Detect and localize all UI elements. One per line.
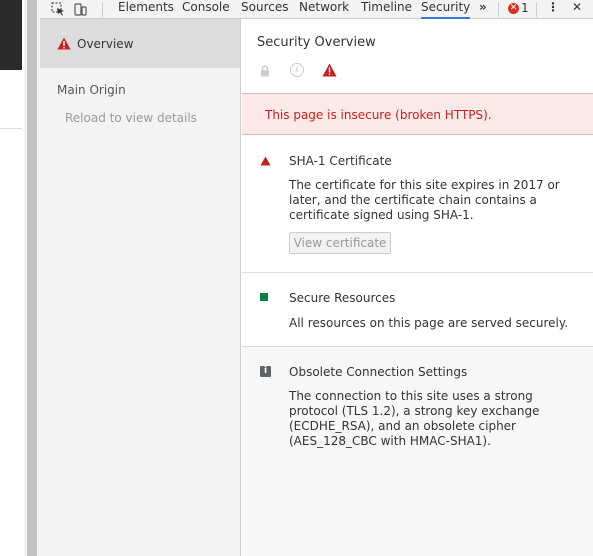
toolbar-separator [102, 2, 103, 17]
secure-resources-section: Secure Resources All resources on this p… [242, 273, 593, 347]
sidebar-item-overview[interactable]: Overview [40, 19, 240, 68]
page-divider [0, 128, 22, 129]
lock-icon [260, 65, 270, 80]
tab-elements[interactable]: Elements [118, 0, 174, 19]
close-devtools-icon[interactable]: ✕ [572, 0, 582, 19]
tab-network[interactable]: Network [299, 0, 349, 19]
error-icon[interactable]: ✕ [508, 3, 519, 14]
warning-icon [322, 63, 337, 80]
security-main-panel: Security Overview i This page is insecur… [242, 19, 593, 556]
section-title: Secure Resources [289, 291, 396, 305]
secure-square-icon [260, 293, 268, 301]
sidebar-reload-hint: Reload to view details [65, 111, 197, 125]
page-header-block [0, 0, 22, 70]
warning-icon [57, 37, 71, 53]
sidebar-main-origin-heading: Main Origin [57, 83, 126, 97]
tab-timeline[interactable]: Timeline [361, 0, 412, 19]
page-title: Security Overview [257, 35, 376, 50]
sha1-certificate-section: SHA-1 Certificate The certificate for th… [242, 137, 593, 273]
toolbar-separator [498, 2, 499, 17]
section-description: All resources on this page are served se… [289, 316, 569, 330]
section-description: The certificate for this site expires in… [289, 178, 560, 222]
tab-security[interactable]: Security [421, 0, 471, 19]
sidebar-item-label: Overview [77, 37, 134, 51]
insecure-banner: This page is insecure (broken HTTPS). [242, 93, 593, 135]
inspected-page-strip [0, 0, 24, 556]
security-state-icons: i [260, 63, 360, 79]
info-icon: i [260, 366, 271, 377]
banner-text: This page is insecure (broken HTTPS). [265, 108, 492, 122]
page-scrollbar[interactable] [24, 0, 40, 556]
info-circle-icon: i [290, 63, 304, 77]
inspect-element-icon[interactable] [50, 0, 66, 18]
security-sidebar: Overview Main Origin Reload to view deta… [40, 19, 241, 556]
warning-icon [260, 155, 271, 169]
devtools-toolbar: Elements Console Sources Network Timelin… [40, 0, 593, 19]
toolbar-separator [536, 2, 537, 17]
obsolete-connection-section: i Obsolete Connection Settings The conne… [242, 347, 593, 556]
section-title: Obsolete Connection Settings [289, 365, 468, 379]
tab-console[interactable]: Console [182, 0, 230, 19]
tab-sources[interactable]: Sources [241, 0, 288, 19]
section-title: SHA-1 Certificate [289, 154, 392, 168]
page-scrollbar-thumb[interactable] [27, 0, 37, 556]
section-description: The connection to this site uses a stron… [289, 389, 540, 448]
customize-menu-icon[interactable]: ⋮ [547, 0, 559, 19]
view-certificate-button[interactable]: View certificate [289, 232, 391, 254]
more-tabs-button[interactable]: » [479, 0, 487, 19]
error-count[interactable]: 1 [521, 1, 529, 15]
device-toolbar-icon[interactable] [73, 0, 87, 18]
